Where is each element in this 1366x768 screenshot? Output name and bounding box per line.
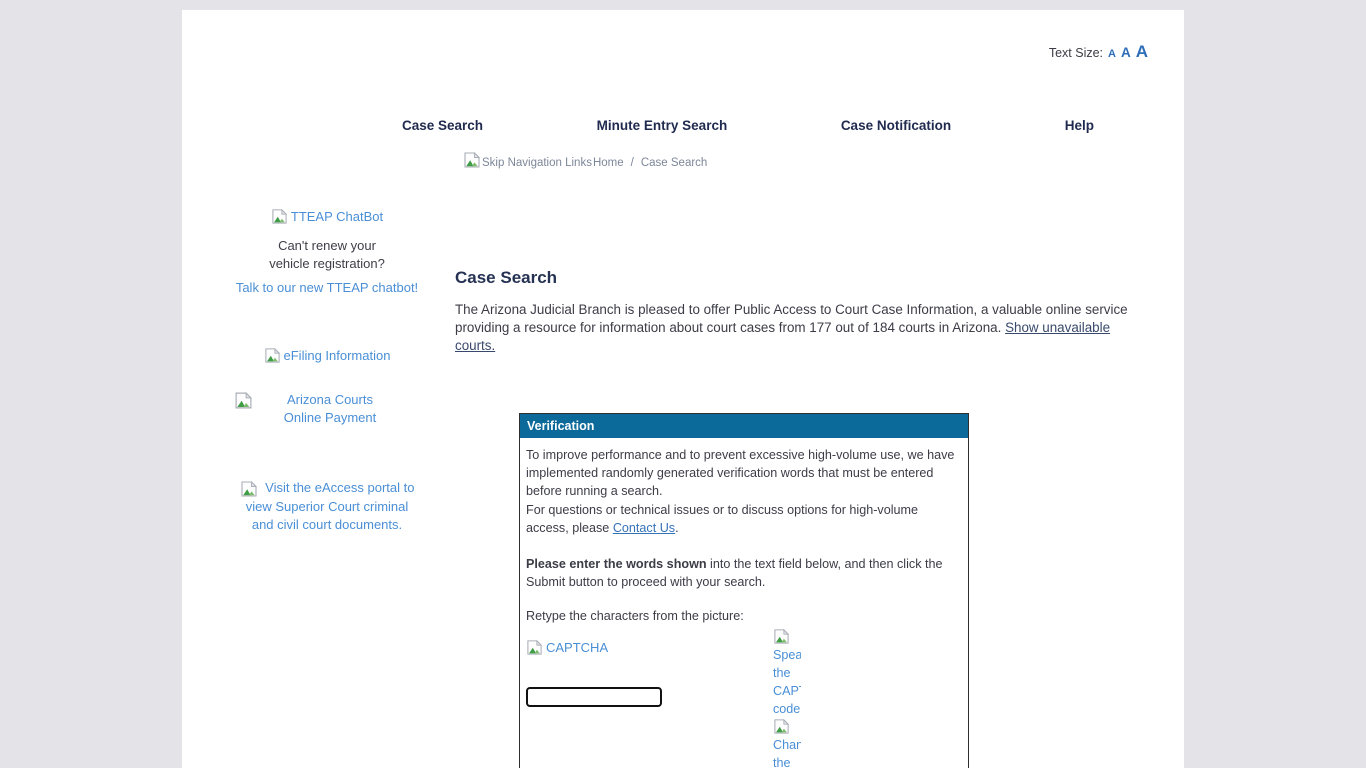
verification-paragraph-2-text: For questions or technical issues or to …: [526, 503, 918, 535]
text-size-small-button[interactable]: A: [1108, 48, 1116, 60]
text-size-medium-button[interactable]: A: [1121, 45, 1131, 60]
broken-image-icon: [240, 480, 258, 498]
verification-paragraph-2-suffix: .: [675, 521, 679, 535]
breadcrumb-separator: /: [631, 157, 634, 169]
speak-captcha-button[interactable]: Speak the CAPTCHA code: [773, 628, 801, 718]
eaccess-portal-link[interactable]: Visit the eAccess portal to view Superio…: [240, 480, 415, 532]
verification-paragraph-1: To improve performance and to prevent ex…: [526, 446, 958, 501]
sidebar: TTEAP ChatBot Can't renew your vehicle r…: [234, 208, 420, 534]
verification-panel-body: To improve performance and to prevent ex…: [520, 438, 968, 768]
broken-image-icon: [463, 151, 481, 169]
speaker-broken-image-icon: [773, 628, 790, 645]
eaccess-link-label: Visit the eAccess portal to view Superio…: [246, 480, 415, 532]
broken-image-icon: [271, 208, 288, 225]
speak-captcha-alt-text: Speak the CAPTCHA code: [773, 648, 801, 716]
efiling-link-label: eFiling Information: [284, 348, 391, 363]
verification-panel-header: Verification: [520, 414, 968, 438]
nav-case-search[interactable]: Case Search: [402, 118, 483, 133]
nav-minute-entry-search[interactable]: Minute Entry Search: [597, 118, 728, 133]
refresh-broken-image-icon: [773, 718, 790, 735]
efiling-section: eFiling Information: [234, 347, 420, 367]
breadcrumb-current-link[interactable]: Case Search: [641, 157, 707, 169]
content-area: Text Size: A A A Case Search Minute Entr…: [182, 10, 1184, 768]
captcha-image-block: CAPTCHA: [526, 639, 958, 657]
change-captcha-alt-text: Change the CAPTCHA: [773, 738, 801, 768]
text-size-label: Text Size:: [1049, 46, 1103, 60]
page-title: Case Search: [455, 268, 1135, 288]
eaccess-section: Visit the eAccess portal to view Superio…: [237, 479, 417, 534]
main-content: Case Search The Arizona Judicial Branch …: [455, 268, 1135, 768]
efiling-information-link[interactable]: eFiling Information: [264, 347, 391, 364]
retype-label: Retype the characters from the picture:: [526, 607, 958, 625]
captcha-input[interactable]: [526, 687, 662, 707]
payment-section: Arizona Courts Online Payment: [234, 391, 420, 427]
captcha-controls-column: Speak the CAPTCHA code Change the CAPTCH…: [773, 628, 801, 768]
tteap-chatbot-link[interactable]: Talk to our new TTEAP chatbot!: [234, 280, 420, 295]
tteap-chatbot-image-link[interactable]: TTEAP ChatBot: [271, 208, 383, 225]
broken-image-icon: [526, 639, 543, 656]
captcha-image-alt-text: CAPTCHA: [546, 639, 608, 657]
skip-navigation-links-alt: Skip Navigation Links: [482, 157, 592, 169]
tteap-description: Can't renew your vehicle registration?: [260, 237, 394, 273]
nav-case-notification[interactable]: Case Notification: [841, 118, 951, 133]
top-navigation: Case Search Minute Entry Search Case Not…: [402, 118, 1094, 133]
az-courts-online-payment-link[interactable]: Arizona Courts Online Payment: [267, 391, 393, 427]
tteap-chatbot-alt-text: TTEAP ChatBot: [291, 209, 383, 224]
breadcrumb: Skip Navigation Links Home / Case Search: [463, 151, 707, 169]
verification-panel: Verification To improve performance and …: [519, 413, 969, 768]
nav-help[interactable]: Help: [1065, 118, 1094, 133]
text-size-large-button[interactable]: A: [1136, 42, 1148, 62]
change-captcha-button[interactable]: Change the CAPTCHA: [773, 718, 801, 768]
text-size-widget: Text Size: A A A: [1049, 42, 1148, 62]
broken-image-icon: [234, 391, 253, 410]
broken-image-icon: [264, 347, 281, 364]
verification-paragraph-2: For questions or technical issues or to …: [526, 501, 958, 537]
breadcrumb-home-link[interactable]: Home: [593, 157, 624, 169]
verification-instructions: Please enter the words shown into the te…: [526, 555, 958, 591]
verification-instructions-bold: Please enter the words shown: [526, 557, 707, 571]
intro-paragraph: The Arizona Judicial Branch is pleased t…: [455, 301, 1135, 355]
contact-us-link[interactable]: Contact Us: [613, 521, 675, 535]
